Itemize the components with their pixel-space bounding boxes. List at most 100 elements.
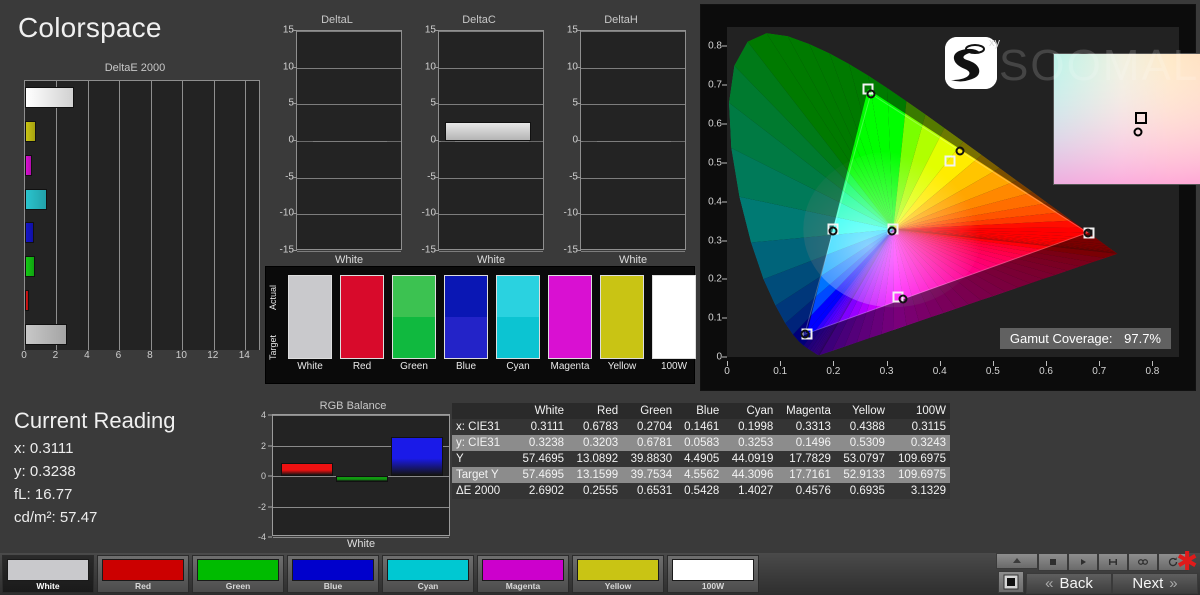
inset-target-marker xyxy=(1135,112,1147,124)
delta-gridline xyxy=(297,251,401,252)
color-button-yellow[interactable]: Yellow xyxy=(572,555,664,593)
delta-e-x-tick: 10 xyxy=(176,350,187,361)
cie-x-tickmark xyxy=(1152,361,1153,366)
delta-e-gridline xyxy=(56,81,57,350)
table-cell: 44.3096 xyxy=(723,467,777,483)
loop-icon[interactable] xyxy=(1128,553,1158,571)
table-row: y: CIE310.32380.32030.67810.05830.32530.… xyxy=(452,435,950,451)
next-label: Next xyxy=(1132,575,1163,592)
table-cell: 0.4576 xyxy=(777,483,835,499)
delta-y-tickmark xyxy=(292,140,297,141)
stop-icon[interactable] xyxy=(1038,553,1068,571)
table-cell: 4.5562 xyxy=(676,467,723,483)
delta-e-gridline xyxy=(151,81,152,350)
cie-y-tick: 0.4 xyxy=(708,196,722,207)
delta-e-x-tick: 4 xyxy=(84,350,90,361)
delta-y-tickmark xyxy=(576,177,581,178)
delta-gridline xyxy=(581,214,685,215)
delta-gridline xyxy=(581,68,685,69)
delta-e-x-tick: 6 xyxy=(116,350,122,361)
stop-square-icon[interactable] xyxy=(998,571,1024,593)
delta-gridline xyxy=(439,68,543,69)
back-button[interactable]: « Back xyxy=(1026,573,1112,594)
swatch-comparison-panel: Actual Target WhiteRedGreenBlueCyanMagen… xyxy=(265,266,695,384)
table-col-header: Yellow xyxy=(835,403,889,419)
delta-e-bar-yellow xyxy=(25,121,36,142)
stop-glyph xyxy=(1047,556,1059,568)
play-glyph xyxy=(1077,556,1089,568)
eject-icon[interactable] xyxy=(996,553,1038,569)
swatch-green xyxy=(392,275,436,359)
table-cell: 39.8830 xyxy=(622,451,676,467)
swatch-red xyxy=(340,275,384,359)
table-cell: 0.1461 xyxy=(676,419,723,435)
rgb-balance-chart: RGB Balance 420-2-4 White xyxy=(240,400,450,555)
swatch-yellow xyxy=(600,275,644,359)
delta-zero-stub xyxy=(671,141,685,142)
current-reading-title: Current Reading xyxy=(14,408,254,434)
next-button[interactable]: Next » xyxy=(1112,573,1198,594)
table-cell: 109.6975 xyxy=(889,451,950,467)
swatch-actual xyxy=(341,276,383,317)
table-cell: 0.3253 xyxy=(723,435,777,451)
cie-y-tick: 0.7 xyxy=(708,80,722,91)
table-row: Target Y57.469513.159939.75344.556244.30… xyxy=(452,467,950,483)
delta-e-2000-chart: DeltaE 2000 02468101214 xyxy=(10,62,260,370)
swatch-target xyxy=(549,317,591,358)
delta-e-x-tick: 0 xyxy=(21,350,27,361)
color-button-cyan[interactable]: Cyan xyxy=(382,555,474,593)
delta-gridline xyxy=(297,104,401,105)
table-cell: 39.7534 xyxy=(622,467,676,483)
color-chip xyxy=(102,559,184,581)
color-chip xyxy=(292,559,374,581)
delta-c-panel: DeltaC White 151050-5-10-15 xyxy=(414,14,544,272)
color-button-label: Yellow xyxy=(573,581,663,591)
table-cell: 0.3111 xyxy=(514,419,568,435)
table-cell: 109.6975 xyxy=(889,467,950,483)
reading-x-label: x: xyxy=(14,440,26,457)
color-button-label: Blue xyxy=(288,581,378,591)
play-icon[interactable] xyxy=(1068,553,1098,571)
meter-icon[interactable] xyxy=(1098,553,1128,571)
table-cell: 0.6781 xyxy=(622,435,676,451)
delta-y-tickmark xyxy=(434,250,439,251)
table-col-header: Blue xyxy=(676,403,723,419)
gamut-coverage-badge: Gamut Coverage: 97.7% xyxy=(1000,328,1171,349)
next-chevron-icon: » xyxy=(1169,575,1177,592)
cie-measured-marker-red xyxy=(1083,228,1092,237)
color-button-blue[interactable]: Blue xyxy=(287,555,379,593)
table-col-header: Magenta xyxy=(777,403,835,419)
cie-x-tick: 0.7 xyxy=(1092,366,1106,377)
cie-diagram[interactable]: xy SOOMAL Gamut Coverage: 97.7% xyxy=(727,27,1179,357)
color-button-green[interactable]: Green xyxy=(192,555,284,593)
swatch-target xyxy=(653,317,695,358)
cie-x-tick: 0.6 xyxy=(1039,366,1053,377)
swatch-actual xyxy=(497,276,539,317)
delta-c-xlabel: White xyxy=(438,254,544,266)
rgb-balance-xlabel: White xyxy=(272,538,450,550)
delta-e-gridline xyxy=(245,81,246,350)
color-button-100w[interactable]: 100W xyxy=(667,555,759,593)
cie-chromaticity-panel: 0.80.70.60.50.40.30.20.10 xyxy=(700,4,1196,391)
delta-zero-stub xyxy=(583,141,597,142)
color-button-white[interactable]: White xyxy=(2,555,94,593)
color-chip xyxy=(482,559,564,581)
rgb-balance-y-axis: 420-2-4 xyxy=(240,414,272,538)
swatch-actual xyxy=(653,276,695,317)
deltac-bar xyxy=(445,122,531,141)
color-button-red[interactable]: Red xyxy=(97,555,189,593)
delta-y-tickmark xyxy=(434,103,439,104)
swatch-white xyxy=(288,275,332,359)
loop-glyph xyxy=(1137,556,1149,568)
delta-y-tickmark xyxy=(576,250,581,251)
table-row-label: x: CIE31 xyxy=(452,419,514,435)
delta-y-tickmark xyxy=(292,30,297,31)
color-button-magenta[interactable]: Magenta xyxy=(477,555,569,593)
table-row-label: ΔE 2000 xyxy=(452,483,514,499)
table-cell: 0.2704 xyxy=(622,419,676,435)
delta-gridline xyxy=(581,104,685,105)
swatch-actual xyxy=(549,276,591,317)
asterisk-icon[interactable]: ✱ xyxy=(1176,550,1198,572)
cie-measured-marker-blue xyxy=(800,330,809,339)
cie-x-axis: 00.10.20.30.40.50.60.70.8 xyxy=(727,361,1179,381)
